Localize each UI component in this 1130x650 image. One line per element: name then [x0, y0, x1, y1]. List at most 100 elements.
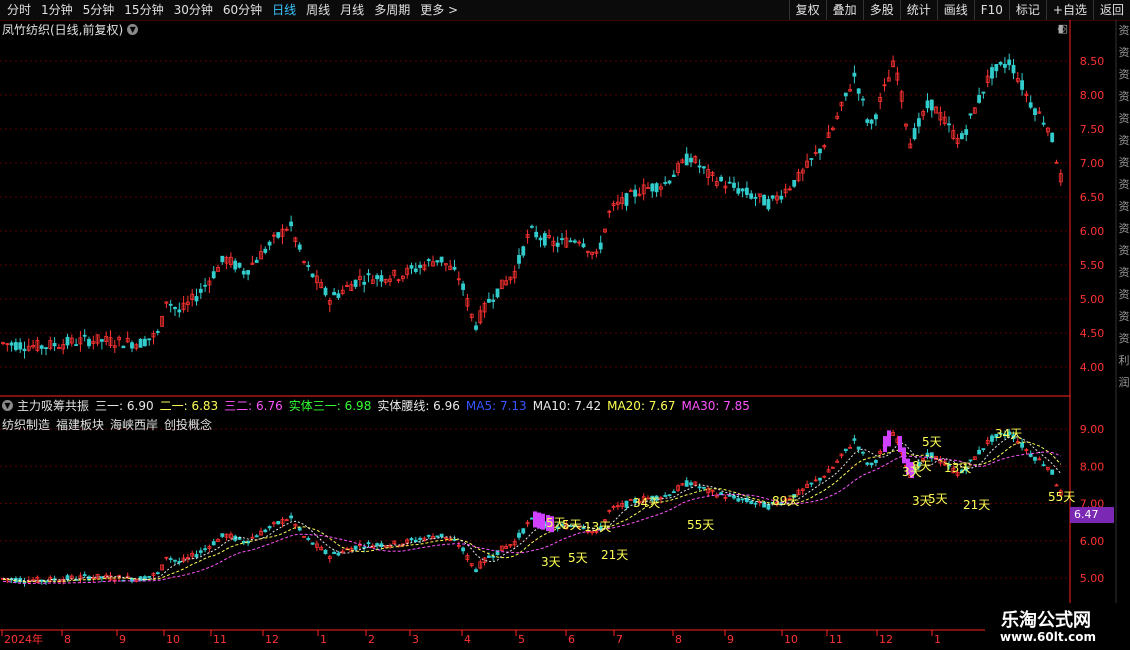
candle-body	[749, 193, 754, 199]
candle-body	[1007, 59, 1012, 66]
candle-body	[474, 325, 478, 330]
concept-tag[interactable]: 纺织制造	[2, 418, 50, 432]
candle-body	[177, 309, 182, 313]
signal-bar	[541, 513, 545, 530]
ind-candle-body	[818, 477, 822, 481]
cycle-label: 8天	[912, 459, 932, 473]
ind-candle-body	[697, 486, 702, 489]
date-axis-label: 1	[934, 633, 941, 646]
candle-body	[310, 273, 315, 278]
ind-candle-body	[173, 559, 177, 562]
indicator-value: 三二: 6.76	[224, 398, 283, 413]
concept-tag[interactable]: 海峡西岸	[110, 418, 158, 432]
ind-candle-body	[530, 517, 534, 520]
candle-body	[977, 94, 981, 103]
ind-candle-body	[689, 482, 693, 486]
ind-candle-body	[289, 515, 294, 519]
ind-candle-body	[418, 537, 423, 540]
ind-candle-body	[198, 550, 203, 553]
candle-body	[912, 128, 917, 140]
ind-candle-body	[353, 545, 358, 550]
candle-body	[155, 331, 160, 333]
indicator-value: MA5: 7.13	[465, 398, 527, 413]
ind-candle-body	[766, 503, 771, 510]
candle-body	[254, 259, 259, 263]
ind-candle-body	[147, 576, 152, 578]
cycle-label: 3天	[541, 555, 561, 569]
cycle-label: 5天	[562, 518, 582, 532]
price-axis-label: 8.00	[1080, 89, 1105, 102]
candle-body	[861, 98, 865, 101]
ind-candle-body	[869, 462, 874, 466]
watermark-title: 乐淘公式网	[1001, 610, 1091, 631]
ind-candle-body	[263, 529, 268, 533]
ind-candle-body	[671, 491, 676, 494]
ind-candle-body	[977, 449, 981, 455]
ind-candle-body	[211, 541, 216, 546]
candle-body	[9, 342, 14, 346]
ind-candle-body	[1041, 464, 1046, 467]
indicator-axis-label: 8.00	[1080, 460, 1105, 473]
date-axis-label: 9	[119, 633, 126, 646]
signal-bar	[883, 436, 887, 453]
candle-body	[697, 165, 702, 168]
indicator-name[interactable]: 主力吸筹共振	[17, 397, 89, 414]
candle-body	[917, 118, 921, 127]
ind-candle-body	[323, 549, 328, 555]
candle-body	[671, 174, 676, 178]
ind-candle-body	[310, 542, 315, 545]
ind-candle-body	[740, 498, 745, 501]
candle-body	[925, 100, 930, 109]
ind-candle-body	[474, 569, 478, 572]
candle-body	[792, 179, 797, 187]
kline-chart[interactable]: 8.50 8.00 7.50 7.00 6.50 6.00 5.50 5.00 4.50 4.00…	[0, 0, 1130, 650]
candle-body	[1020, 80, 1024, 90]
candle-body	[869, 119, 874, 124]
ind-candle-body	[168, 558, 173, 560]
indicator-value: 实体腰线: 6.96	[377, 398, 460, 413]
candle-body	[65, 336, 70, 346]
ind-candle-body	[461, 547, 466, 552]
candle-body	[517, 255, 521, 264]
candle-body	[1050, 132, 1055, 142]
candle-body	[220, 255, 225, 263]
date-axis-label: 5	[518, 633, 525, 646]
ind-candle-body	[981, 448, 986, 451]
candle-body	[762, 194, 766, 206]
ind-candle-body	[426, 534, 431, 537]
right-info-strip[interactable]: 资资资资资资资资资资资资资资资利润入	[1118, 20, 1130, 396]
candle-body	[964, 129, 969, 135]
concept-tag[interactable]: 创投概念	[164, 418, 212, 432]
date-axis-label: 11	[213, 633, 227, 646]
ind-candle-body	[732, 495, 736, 499]
ind-candle-body	[809, 482, 814, 485]
price-axis-label: 6.50	[1080, 191, 1105, 204]
date-axis-label: 10	[166, 633, 180, 646]
concept-tag[interactable]: 福建板块	[56, 418, 104, 432]
candle-body	[203, 284, 208, 287]
candle-body	[297, 244, 302, 250]
cycle-label: 21天	[601, 548, 628, 562]
ind-candle-body	[727, 494, 732, 497]
indicator-chevron-icon[interactable]: ▼	[2, 399, 13, 411]
cycle-label: 13天	[584, 520, 611, 534]
last-price-tag: 6.47	[1070, 507, 1114, 523]
candle-body	[147, 338, 152, 341]
date-axis-label: 2024年	[4, 632, 43, 646]
indicator-value: 实体三一: 6.98	[288, 398, 372, 413]
ind-candle-body	[177, 561, 182, 563]
candle-body	[719, 176, 723, 182]
candle-body	[323, 287, 328, 296]
signal-bar	[533, 511, 537, 528]
candle-body	[555, 242, 560, 247]
indicator-legend: ▼ 主力吸筹共振 三一: 6.90 二一: 6.83 三二: 6.76 实体三一: 6…	[2, 397, 762, 414]
date-axis-label: 3	[412, 633, 419, 646]
candle-body	[663, 182, 668, 184]
candle-body	[538, 237, 543, 241]
candle-body	[13, 342, 18, 351]
ind-candle-body	[439, 533, 444, 538]
candle-body	[753, 196, 758, 199]
ind-candle-body	[220, 533, 225, 537]
cycle-label: 34天	[995, 427, 1022, 441]
ind-candle-body	[1028, 453, 1033, 457]
